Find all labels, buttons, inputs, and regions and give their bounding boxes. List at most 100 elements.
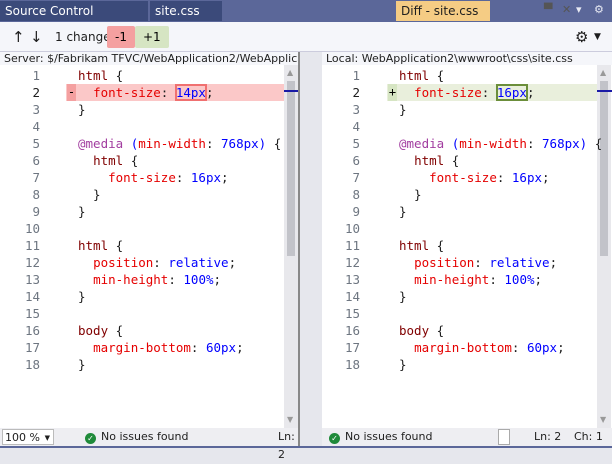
code-token: ; bbox=[205, 85, 214, 100]
code-token: font-size bbox=[93, 85, 161, 100]
encoding-box[interactable] bbox=[498, 429, 510, 445]
tab-source-control-explorer[interactable]: Source Control Explorer bbox=[0, 1, 148, 38]
close-icon[interactable]: ✕ bbox=[562, 3, 571, 16]
gear-icon[interactable]: ⚙ bbox=[575, 28, 588, 46]
line-number: 14 bbox=[24, 289, 40, 304]
tab-diff-site-css[interactable]: Diff - site.css bbox=[396, 1, 490, 21]
code-token: 100% bbox=[183, 272, 214, 287]
code-token: } bbox=[78, 357, 86, 372]
change-count: 1 change bbox=[55, 30, 111, 44]
code-token: } bbox=[78, 204, 86, 219]
code-token: { bbox=[123, 153, 139, 168]
code-line: } bbox=[78, 288, 86, 305]
line-number: 7 bbox=[352, 170, 360, 185]
line-number: 17 bbox=[344, 340, 360, 355]
code-token: } bbox=[399, 187, 422, 202]
left-path: Server: $/Fabrikam TFVC/WebApplication2/… bbox=[0, 52, 298, 65]
code-line: @media (min-width: 768px) { bbox=[78, 135, 281, 152]
pin-icon[interactable]: ▀ bbox=[544, 3, 552, 16]
code-token: } bbox=[78, 102, 86, 117]
code-token: 768px) bbox=[221, 136, 267, 151]
code-line: } bbox=[399, 356, 407, 373]
chevron-down-icon: ▼ bbox=[44, 434, 50, 442]
right-editor[interactable]: ▲ ▼ 1 html {2 + font-size: 16px; 3} 4 5 @media … bbox=[322, 65, 612, 428]
line-number: 13 bbox=[344, 272, 360, 287]
code-token: { bbox=[444, 153, 460, 168]
removed-count-badge[interactable]: -1 bbox=[107, 26, 135, 48]
code-token: margin-bottom bbox=[414, 340, 512, 355]
code-token: min-height bbox=[414, 272, 490, 287]
previous-change-icon[interactable]: ↑ bbox=[12, 28, 25, 46]
code-line: html { bbox=[399, 152, 459, 169]
code-token: ; bbox=[228, 255, 237, 270]
code-line: body { bbox=[399, 322, 444, 339]
code-token: html bbox=[399, 238, 430, 253]
left-editor[interactable]: ▲ ▼ 1 html {2- font-size: 14px; 3} 4 5 @media … bbox=[0, 65, 298, 428]
scroll-thumb[interactable] bbox=[600, 81, 608, 256]
code-line: position: relative; bbox=[399, 254, 557, 271]
issues-status[interactable]: ✓ No issues found bbox=[329, 428, 432, 446]
line-number: 10 bbox=[24, 221, 40, 236]
line-number: 15 bbox=[24, 306, 40, 321]
code-line: } bbox=[78, 186, 101, 203]
scroll-down-icon[interactable]: ▼ bbox=[600, 415, 606, 424]
added-count-badge[interactable]: +1 bbox=[135, 26, 169, 48]
code-token: : bbox=[153, 255, 169, 270]
code-token: min-width bbox=[459, 136, 527, 151]
code-token: font-size bbox=[414, 85, 482, 100]
code-token: html bbox=[93, 153, 124, 168]
code-token: ; bbox=[542, 170, 550, 185]
scroll-up-icon[interactable]: ▲ bbox=[600, 68, 606, 77]
scroll-up-icon[interactable]: ▲ bbox=[287, 68, 293, 77]
scroll-thumb[interactable] bbox=[287, 81, 295, 256]
code-line: html { bbox=[78, 152, 138, 169]
code-token: position bbox=[93, 255, 154, 270]
code-token: ; bbox=[557, 340, 565, 355]
code-token: ; bbox=[549, 255, 558, 270]
line-number: 9 bbox=[352, 204, 360, 219]
scroll-down-icon[interactable]: ▼ bbox=[287, 415, 293, 424]
line-number: 3 bbox=[32, 102, 40, 117]
line-number: 9 bbox=[32, 204, 40, 219]
chevron-down-icon[interactable]: ▼ bbox=[594, 28, 601, 46]
tab-site-css[interactable]: site.css bbox=[150, 1, 222, 21]
code-token: 60px bbox=[205, 340, 237, 355]
right-scrollbar[interactable]: ▲ ▼ bbox=[597, 65, 611, 428]
code-token: relative bbox=[168, 255, 229, 270]
code-token: margin-bottom bbox=[93, 340, 191, 355]
code-token: : bbox=[481, 85, 497, 100]
code-line: body { bbox=[78, 322, 123, 339]
zoom-select[interactable]: 100 % ▼ bbox=[2, 429, 54, 445]
code-token: font-size bbox=[108, 170, 176, 185]
line-number: 1 bbox=[352, 68, 360, 83]
issues-status[interactable]: ✓ No issues found bbox=[85, 428, 188, 446]
pane-splitter[interactable] bbox=[298, 52, 322, 446]
code-line: } bbox=[399, 203, 407, 220]
code-line: margin-bottom: 60px; bbox=[78, 339, 244, 356]
line-number: 16 bbox=[344, 323, 360, 338]
code-token: relative bbox=[489, 255, 550, 270]
code-line: html { bbox=[399, 67, 444, 84]
line-number: 18 bbox=[24, 357, 40, 372]
line-number: 11 bbox=[344, 238, 360, 253]
issues-label: No issues found bbox=[345, 430, 433, 443]
code-token: : bbox=[168, 272, 184, 287]
left-scrollbar[interactable]: ▲ ▼ bbox=[284, 65, 298, 428]
settings-icon[interactable]: ⚙ bbox=[594, 3, 604, 16]
next-change-icon[interactable]: ↓ bbox=[30, 28, 43, 46]
line-number: 11 bbox=[24, 238, 40, 253]
tab-dropdown-icon[interactable]: ▾ bbox=[576, 3, 582, 16]
code-token: 16px bbox=[190, 170, 222, 185]
code-token: body bbox=[399, 323, 430, 338]
line-number: 10 bbox=[344, 221, 360, 236]
line-number: 2 bbox=[352, 85, 360, 100]
code-line: min-height: 100%; bbox=[78, 271, 221, 288]
removed-marker: - bbox=[67, 84, 76, 101]
